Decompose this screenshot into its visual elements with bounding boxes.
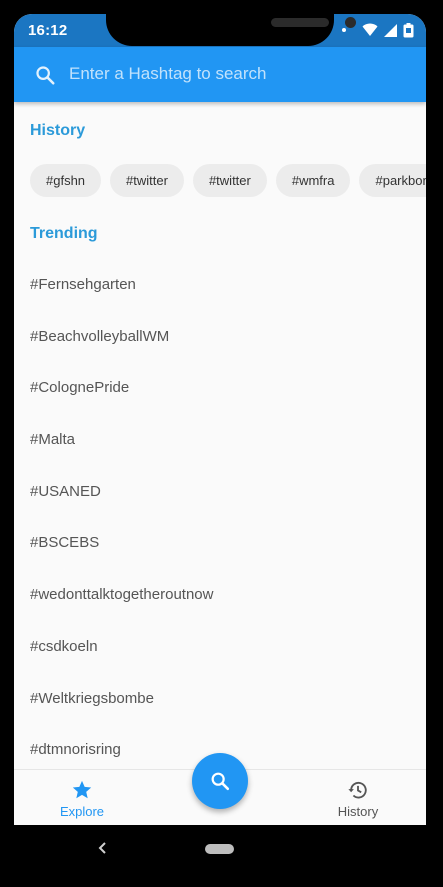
trending-item[interactable]: #BSCEBS <box>30 517 410 569</box>
notification-dot-icon <box>342 28 346 32</box>
nav-explore-label: Explore <box>59 804 105 819</box>
status-time: 16:12 <box>28 22 68 39</box>
app-screen: 16:12 History #gfshn <box>14 14 426 825</box>
trending-item[interactable]: #wedonttalktogetheroutnow <box>30 569 410 621</box>
star-icon <box>72 780 92 799</box>
history-chip[interactable]: #twitter <box>110 164 184 197</box>
cell-signal-icon <box>384 23 397 37</box>
history-section-title: History <box>30 122 86 139</box>
status-bar: 16:12 <box>14 14 426 47</box>
trending-item[interactable]: #csdkoeln <box>30 621 410 673</box>
trending-item[interactable]: #BeachvolleyballWM <box>30 311 410 363</box>
trending-item[interactable]: #ColognePride <box>30 362 410 414</box>
history-chip[interactable]: #twitter <box>192 164 267 197</box>
status-icons <box>342 22 414 38</box>
search-icon <box>36 66 55 85</box>
trending-item[interactable]: #Fernsehgarten <box>30 259 410 311</box>
search-bar <box>14 47 426 102</box>
history-chip[interactable]: #parkbom <box>359 164 426 197</box>
history-chip[interactable]: #gfshn <box>30 164 102 197</box>
trending-item[interactable]: #Malta <box>30 414 410 466</box>
trending-item[interactable]: #USANED <box>30 466 410 518</box>
display-notch <box>106 14 356 46</box>
back-chevron-icon[interactable] <box>96 840 110 856</box>
nav-history-tab[interactable]: History <box>303 770 413 825</box>
battery-icon <box>403 22 414 37</box>
history-icon <box>348 781 367 799</box>
nav-history-label: History <box>337 804 379 819</box>
wifi-icon <box>362 23 378 36</box>
trending-list: #Fernsehgarten #BeachvolleyballWM #Colog… <box>30 259 410 776</box>
trending-item[interactable]: #Weltkriegsbombe <box>30 673 410 725</box>
trending-section-title: Trending <box>30 225 98 242</box>
history-chip[interactable]: #wmfra <box>275 164 351 197</box>
search-icon <box>211 772 230 791</box>
nav-explore-tab[interactable]: Explore <box>27 770 137 825</box>
system-home-button[interactable] <box>205 844 234 854</box>
search-fab-button[interactable] <box>192 753 248 809</box>
earpiece-speaker <box>271 18 329 27</box>
hashtag-search-input[interactable] <box>69 59 409 89</box>
history-chip-list: #gfshn #twitter #twitter #wmfra #parkbom <box>30 164 426 197</box>
